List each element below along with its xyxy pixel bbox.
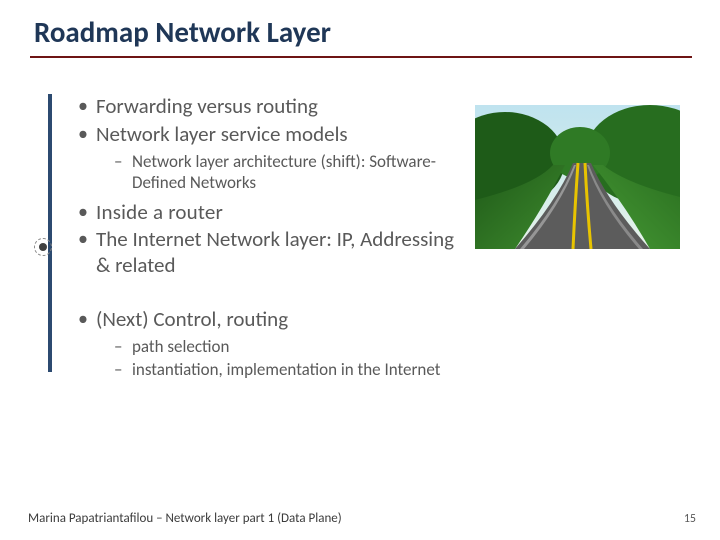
bullet-text: path selection [132, 336, 229, 357]
list-subitem: Network layer architecture (shift): Soft… [118, 151, 470, 194]
current-topic-marker-icon [34, 238, 52, 256]
bullet-text: Network layer architecture (shift): Soft… [132, 151, 436, 193]
bullet-text: instantiation, implementation in the Int… [132, 359, 440, 380]
bullet-text: Forwarding versus routing [96, 93, 318, 119]
spacer [44, 281, 720, 307]
bullet-text: The Internet Network layer: IP, Addressi… [96, 226, 454, 278]
page-number: 15 [684, 512, 696, 526]
list-subitem: path selection [118, 336, 470, 357]
vertical-accent-bar [48, 94, 52, 372]
bullet-text: (Next) Control, routing [96, 306, 288, 332]
list-item: Network layer service models Network lay… [80, 122, 470, 194]
slide-title: Roadmap Network Layer [0, 0, 720, 56]
bullet-text: Inside a router [96, 199, 223, 225]
road-photo [475, 105, 680, 249]
outline-list: Forwarding versus routing Network layer … [80, 94, 470, 279]
list-item: The Internet Network layer: IP, Addressi… [80, 227, 470, 278]
list-item-current: Inside a router [80, 200, 470, 226]
list-item: (Next) Control, routing path selection i… [80, 307, 470, 381]
list-item: Forwarding versus routing [80, 94, 470, 120]
list-subitem: instantiation, implementation in the Int… [118, 359, 470, 380]
outline-list-next: (Next) Control, routing path selection i… [80, 307, 470, 381]
bullet-text: Network layer service models [96, 121, 348, 147]
footer-text: Marina Papatriantafilou – Network layer … [28, 511, 342, 526]
